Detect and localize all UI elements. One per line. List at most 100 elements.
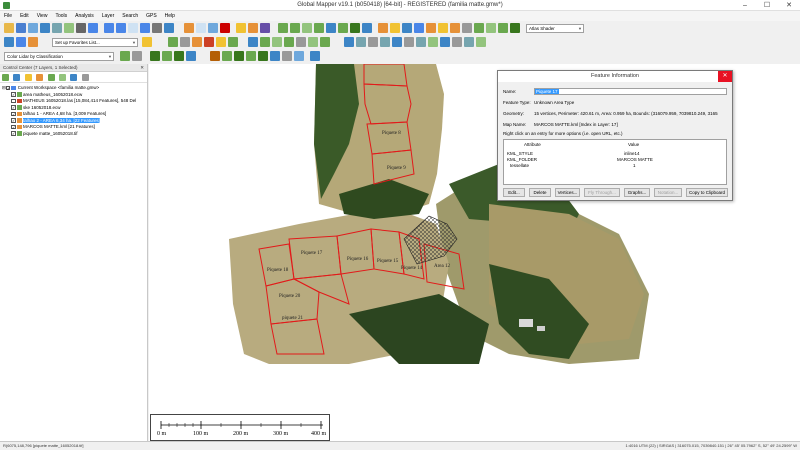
edit-icon[interactable]: [196, 23, 206, 33]
buffer-icon[interactable]: [272, 37, 282, 47]
close-button[interactable]: ✕: [778, 0, 800, 11]
overlay-icon[interactable]: [462, 23, 472, 33]
menu-gps[interactable]: GPS: [142, 11, 161, 21]
lidar-icon[interactable]: [350, 23, 360, 33]
color-lidar-select[interactable]: Color Lidar by Classification ▼: [4, 52, 114, 61]
back-icon[interactable]: [152, 23, 162, 33]
terrain-icon[interactable]: [278, 23, 288, 33]
menu-view[interactable]: View: [33, 11, 52, 21]
viewshed-icon[interactable]: [302, 23, 312, 33]
filter-icon[interactable]: [70, 74, 78, 81]
snap-icon[interactable]: [392, 37, 402, 47]
combine-icon[interactable]: [284, 37, 294, 47]
rotate-icon[interactable]: [356, 37, 366, 47]
zoom-in-icon[interactable]: [104, 23, 114, 33]
delete-button[interactable]: Delete: [529, 188, 551, 197]
favorites-select[interactable]: Set up Favorites List... ▼: [52, 38, 138, 47]
edit-button[interactable]: Edit...: [503, 188, 525, 197]
point-tool-icon[interactable]: [228, 37, 238, 47]
volume-icon[interactable]: [338, 23, 348, 33]
crosshair-icon[interactable]: [452, 37, 462, 47]
draw-icon[interactable]: [184, 23, 194, 33]
line-tool-icon[interactable]: [204, 37, 214, 47]
attribute-value[interactable]: 1: [633, 163, 636, 168]
lidar-filter-icon[interactable]: [132, 51, 142, 61]
reshape-icon[interactable]: [416, 37, 426, 47]
attribute-value[interactable]: MARCOS MATTE: [617, 157, 653, 162]
tree-icon[interactable]: [486, 23, 496, 33]
image-icon[interactable]: [378, 23, 388, 33]
pine-icon[interactable]: [174, 51, 184, 61]
minimize-button[interactable]: –: [734, 0, 756, 11]
save-icon[interactable]: [16, 23, 26, 33]
print-icon[interactable]: [76, 23, 86, 33]
layer-checkbox[interactable]: ✓: [11, 131, 16, 136]
elevation-icon[interactable]: [498, 23, 508, 33]
scale-icon[interactable]: [368, 37, 378, 47]
mountain-icon[interactable]: [510, 23, 520, 33]
node-icon[interactable]: [404, 37, 414, 47]
water-icon[interactable]: [186, 51, 196, 61]
layer-checkbox[interactable]: ✓: [11, 118, 16, 123]
layer-checkbox[interactable]: ✓: [5, 85, 11, 91]
info-icon[interactable]: [248, 23, 258, 33]
wand-icon[interactable]: [310, 51, 320, 61]
globe-settings-icon[interactable]: [4, 37, 14, 47]
config-icon[interactable]: [88, 23, 98, 33]
noise-icon[interactable]: [294, 51, 304, 61]
map-icon[interactable]: [64, 23, 74, 33]
full-view-icon[interactable]: [140, 23, 150, 33]
mirror-icon[interactable]: [428, 37, 438, 47]
delete-icon[interactable]: [220, 23, 230, 33]
zoom-out-icon[interactable]: [116, 23, 126, 33]
check-icon[interactable]: [320, 37, 330, 47]
shape-icon[interactable]: [260, 37, 270, 47]
zoom-layer-icon[interactable]: [47, 74, 55, 81]
shader-select[interactable]: Atlas Shader ▼: [526, 24, 584, 33]
split-icon[interactable]: [296, 37, 306, 47]
attribute-name[interactable]: tessellate: [510, 163, 529, 168]
layer-checkbox[interactable]: ✓: [11, 124, 16, 130]
close-layer-icon[interactable]: [81, 74, 89, 81]
table-icon[interactable]: [414, 23, 424, 33]
attribute-name[interactable]: KML_FOLDER: [507, 157, 537, 162]
vegetation-icon[interactable]: [222, 51, 232, 61]
layer-checkbox[interactable]: ✓: [11, 92, 16, 97]
dialog-close-button[interactable]: ✕: [718, 71, 732, 82]
measure-icon[interactable]: [260, 23, 270, 33]
lasso-icon[interactable]: [168, 37, 178, 47]
area-tool-icon[interactable]: [216, 37, 226, 47]
projection-icon[interactable]: [16, 37, 26, 47]
ruler-icon[interactable]: [308, 37, 318, 47]
grass-icon[interactable]: [234, 51, 244, 61]
feature-name-input[interactable]: Piquete 17: [534, 88, 727, 95]
building-icon[interactable]: [210, 51, 220, 61]
layer-down-icon[interactable]: [36, 74, 44, 81]
star-icon[interactable]: [142, 37, 152, 47]
pan-icon[interactable]: [128, 23, 138, 33]
watershed-icon[interactable]: [326, 23, 336, 33]
open-folder-icon[interactable]: [4, 23, 14, 33]
align-icon[interactable]: [380, 37, 390, 47]
pencil-icon[interactable]: [236, 23, 246, 33]
copy-to-clipboard-button[interactable]: Copy to Clipboard: [686, 188, 728, 197]
cross-icon[interactable]: [440, 37, 450, 47]
light-icon[interactable]: [438, 23, 448, 33]
favorites-icon[interactable]: [28, 37, 38, 47]
ground-icon[interactable]: [282, 51, 292, 61]
grid-icon[interactable]: [402, 23, 412, 33]
layer-row[interactable]: ✓ piquete matte_16052018.tif: [2, 131, 147, 138]
shader-icon[interactable]: [426, 23, 436, 33]
metadata-icon[interactable]: [58, 74, 66, 81]
menu-layer[interactable]: Layer: [98, 11, 119, 21]
panel-close-icon[interactable]: ✕: [140, 64, 144, 72]
data-icon[interactable]: [28, 23, 38, 33]
layer-up-icon[interactable]: [24, 74, 32, 81]
home-icon[interactable]: [164, 23, 174, 33]
add-layer-icon[interactable]: [2, 74, 9, 81]
attribute-table[interactable]: Attribute Value KML_STYLE inline14 KML_F…: [503, 139, 727, 185]
maximize-button[interactable]: ☐: [756, 0, 778, 11]
layer-checkbox[interactable]: ✓: [11, 105, 16, 110]
fly-through-button[interactable]: Fly Through...: [584, 188, 620, 197]
join-icon[interactable]: [464, 37, 474, 47]
